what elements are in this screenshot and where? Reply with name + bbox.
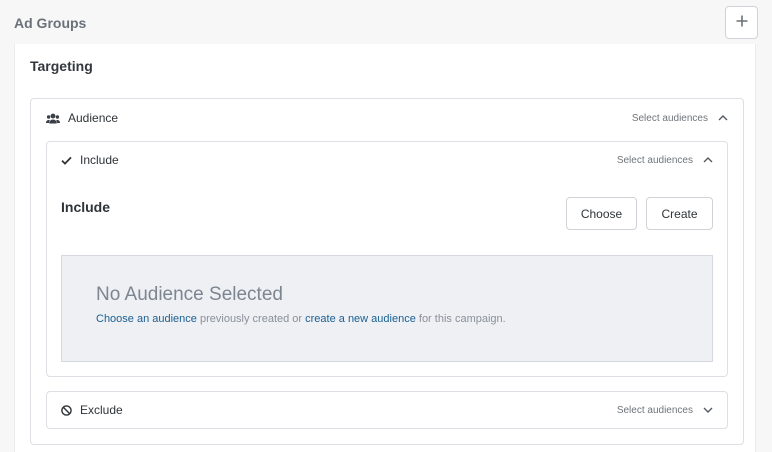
audience-select-audiences: Select audiences [631, 112, 708, 124]
empty-audience-box: No Audience Selected Choose an audience … [61, 255, 713, 362]
include-section: Include Select audiences Include Choose … [46, 141, 728, 377]
users-icon [46, 113, 60, 124]
plus-icon [736, 15, 748, 30]
include-header[interactable]: Include Select audiences [47, 142, 727, 178]
include-heading: Include [61, 199, 111, 215]
chevron-up-icon[interactable] [703, 157, 713, 163]
empty-text-1: previously created or [196, 313, 306, 325]
include-label: Include [80, 153, 119, 167]
chevron-up-icon[interactable] [718, 115, 728, 121]
choose-button[interactable]: Choose [566, 197, 637, 230]
targeting-panel: Targeting Audience Select audiences Incl… [14, 44, 756, 452]
audience-label: Audience [68, 111, 119, 125]
audience-section: Audience Select audiences Include Select… [30, 98, 744, 445]
exclude-header[interactable]: Exclude Select audiences [47, 392, 727, 428]
targeting-title: Targeting [30, 58, 93, 74]
exclude-section: Exclude Select audiences [46, 391, 728, 429]
exclude-label: Exclude [80, 403, 123, 417]
empty-text-2: for this campaign. [415, 313, 506, 325]
empty-audience-title: No Audience Selected [96, 284, 283, 305]
create-audience-link[interactable]: create a new audience [305, 313, 416, 325]
chevron-down-icon[interactable] [703, 407, 713, 413]
create-button[interactable]: Create [646, 197, 713, 230]
empty-audience-description: Choose an audience previously created or… [96, 313, 506, 325]
exclude-select-audiences: Select audiences [616, 404, 693, 416]
add-ad-group-button[interactable] [725, 6, 758, 39]
choose-audience-link[interactable]: Choose an audience [96, 313, 197, 325]
ban-icon [61, 404, 72, 416]
check-icon [61, 156, 72, 165]
include-select-audiences: Select audiences [616, 154, 693, 166]
audience-header[interactable]: Audience Select audiences [31, 99, 743, 137]
ad-groups-title: Ad Groups [14, 15, 87, 31]
